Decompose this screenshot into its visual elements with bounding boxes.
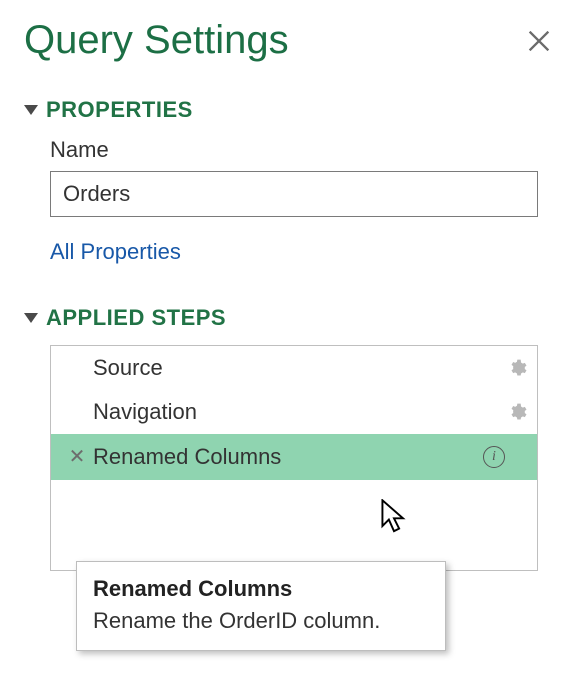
gear-icon[interactable] (507, 402, 527, 422)
step-label: Renamed Columns (89, 444, 483, 470)
query-settings-pane: Query Settings PROPERTIES Name All Prope… (0, 0, 577, 571)
step-renamed-columns[interactable]: ✕ Renamed Columns i (51, 434, 537, 480)
applied-steps-section: APPLIED STEPS Source Navigation ✕ (24, 305, 553, 571)
name-label: Name (50, 137, 553, 163)
applied-steps-list: Source Navigation ✕ Renamed Columns i (50, 345, 538, 571)
pane-title: Query Settings (24, 18, 289, 63)
tooltip-body: Rename the OrderID column. (93, 608, 429, 634)
step-navigation[interactable]: Navigation (51, 390, 537, 434)
delete-step-icon[interactable]: ✕ (65, 447, 89, 467)
collapse-triangle-icon (24, 105, 38, 115)
info-icon[interactable]: i (483, 446, 505, 468)
properties-section: PROPERTIES Name All Properties (24, 97, 553, 265)
properties-body: Name All Properties (24, 137, 553, 265)
tooltip-title: Renamed Columns (93, 576, 429, 602)
step-source[interactable]: Source (51, 346, 537, 390)
step-label: Navigation (89, 399, 507, 425)
pane-header: Query Settings (24, 18, 553, 63)
applied-steps-heading: APPLIED STEPS (46, 305, 226, 331)
properties-heading: PROPERTIES (46, 97, 193, 123)
collapse-triangle-icon (24, 313, 38, 323)
applied-steps-section-header[interactable]: APPLIED STEPS (24, 305, 553, 331)
step-label: Source (89, 355, 507, 381)
gear-icon[interactable] (507, 358, 527, 378)
properties-section-header[interactable]: PROPERTIES (24, 97, 553, 123)
name-input[interactable] (50, 171, 538, 217)
all-properties-link[interactable]: All Properties (50, 239, 553, 265)
step-tooltip: Renamed Columns Rename the OrderID colum… (76, 561, 446, 651)
close-icon[interactable] (525, 27, 553, 55)
